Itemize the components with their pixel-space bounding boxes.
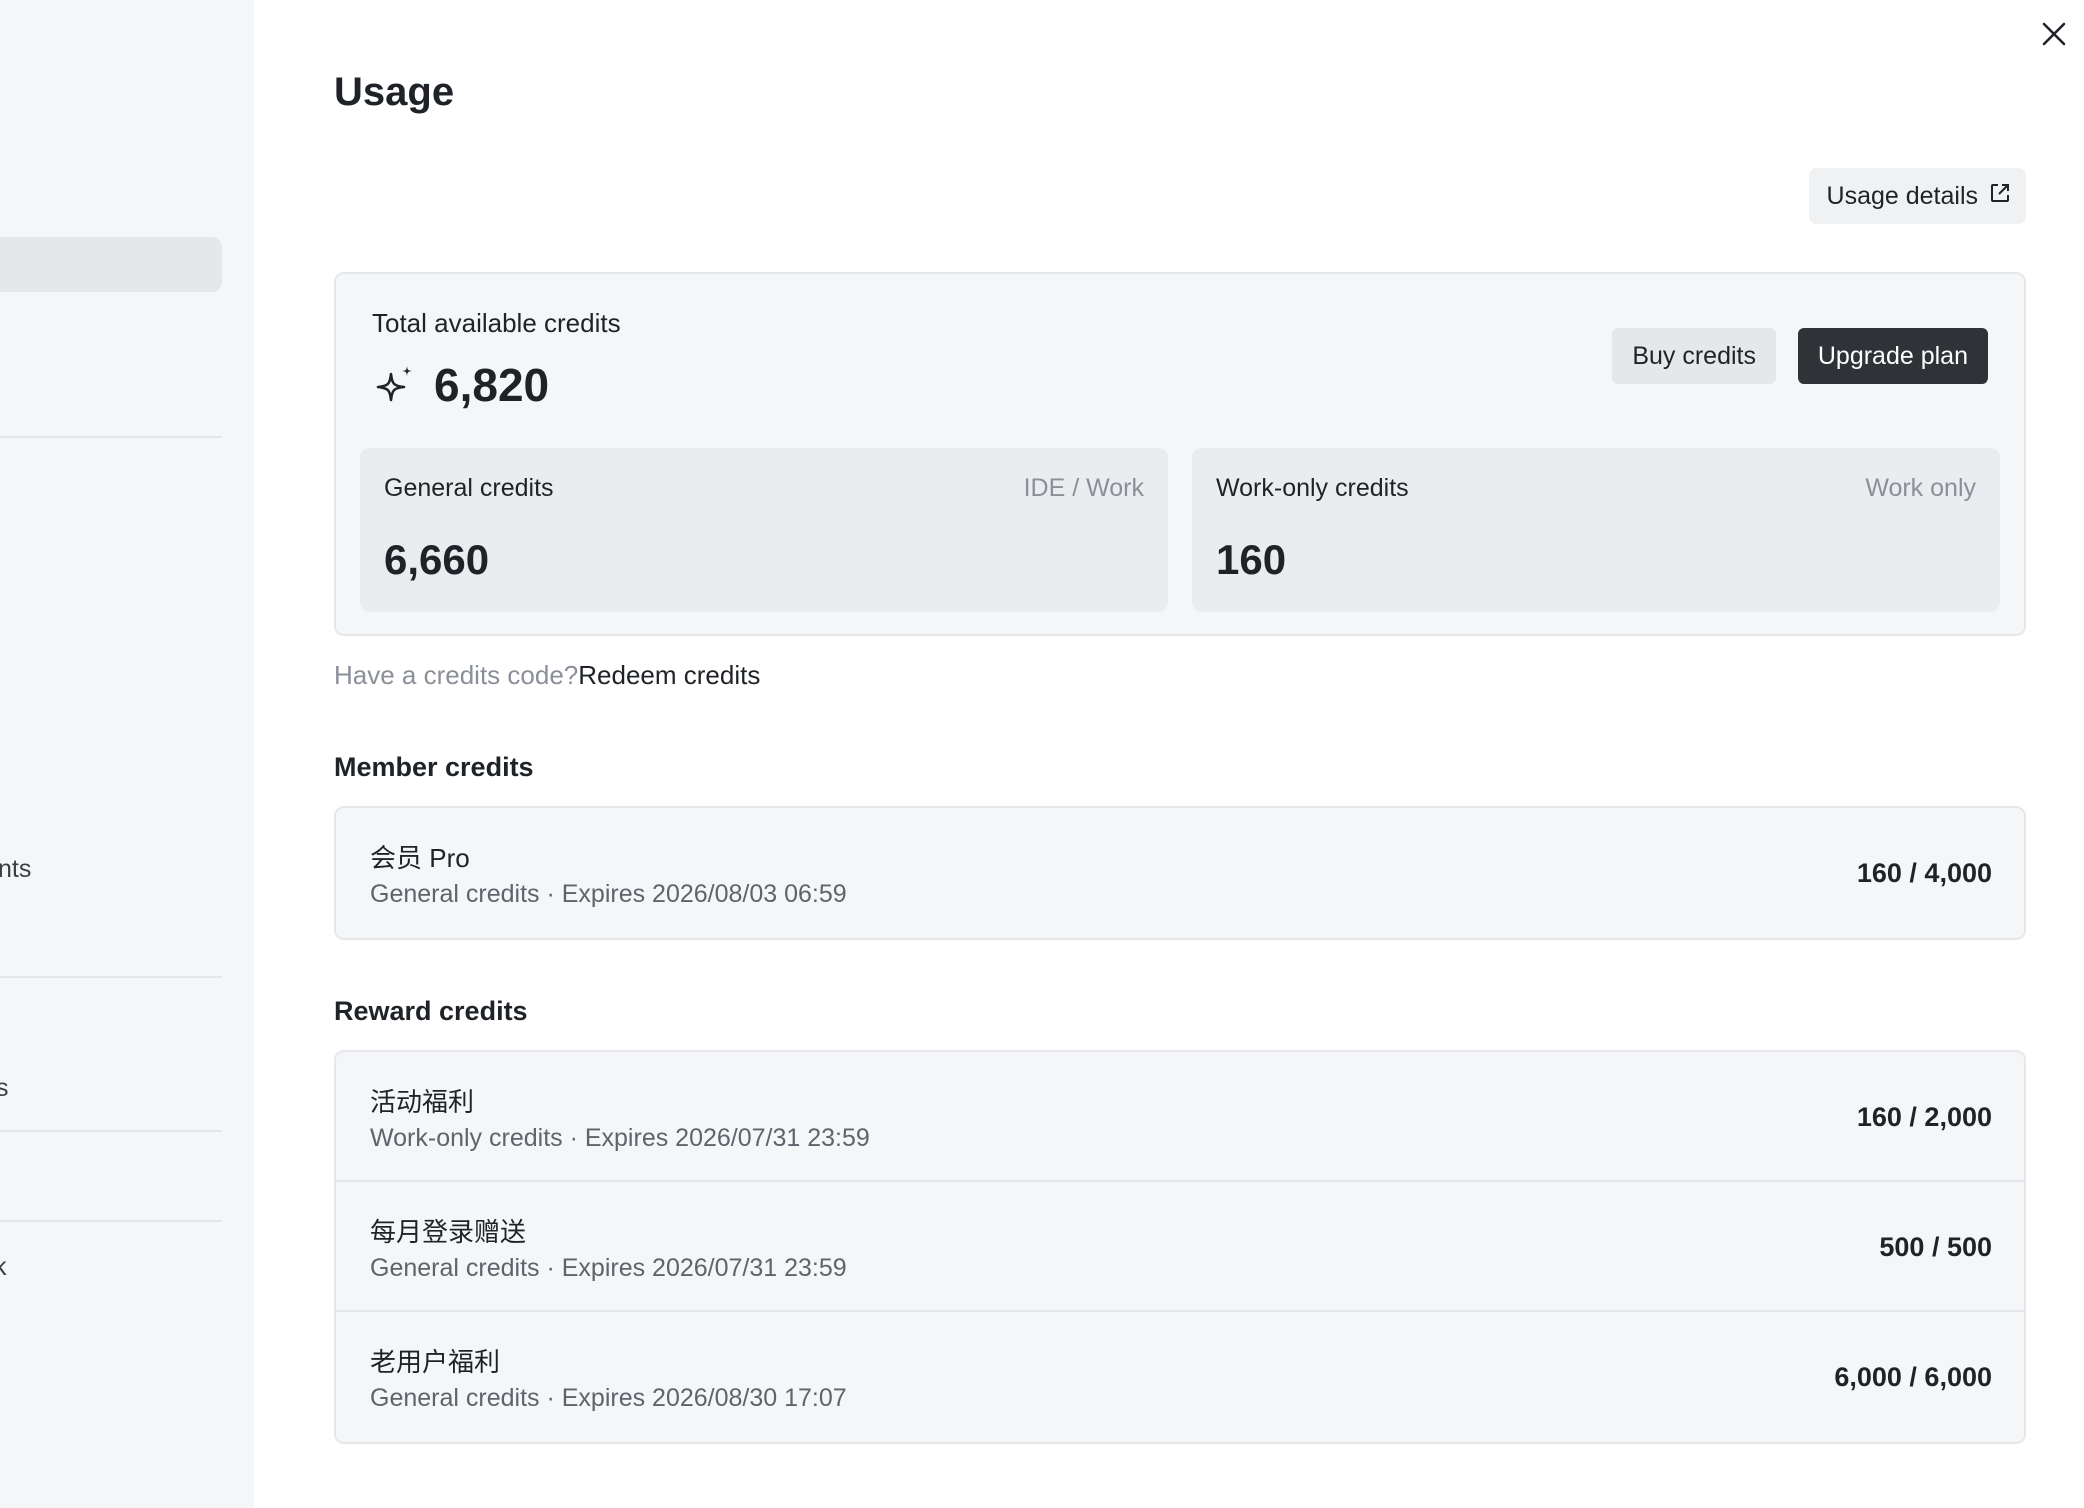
external-link-icon [1988,181,2012,212]
list-item: 每月登录赠送 General credits · Expires 2026/07… [336,1182,2024,1312]
sidebar-item-active[interactable] [0,237,222,292]
sidebar-item-label[interactable]: nts [0,855,31,884]
close-icon[interactable] [2034,14,2074,54]
total-credits-value: 6,820 [434,359,550,411]
general-credits-tag: IDE / Work [1023,474,1144,502]
credit-name: 老用户福利 [370,1347,501,1377]
list-item: 会员 Pro General credits · Expires 2026/08… [336,808,2024,938]
redeem-row: Have a credits code? Redeem credits [334,660,760,691]
redeem-prompt: Have a credits code? [334,660,579,690]
credit-details: General credits · Expires 2026/08/30 17:… [370,1384,847,1412]
sidebar-divider [0,976,222,978]
credit-amount: 500 / 500 [1879,1232,1992,1262]
credit-name: 会员 Pro [370,843,470,873]
sidebar-item-label[interactable]: k [0,1253,7,1282]
member-credits-title: Member credits [334,752,534,782]
credit-amount: 160 / 2,000 [1856,1102,1992,1132]
sidebar-divider [0,436,222,438]
page-title: Usage [334,70,455,114]
sidebar-divider [0,1220,222,1222]
usage-details-label: Usage details [1826,181,1978,210]
credit-name: 每月登录赠送 [370,1217,527,1247]
list-item: 老用户福利 General credits · Expires 2026/08/… [336,1312,2024,1442]
usage-panel: Usage Usage details Total available cred… [254,0,2084,1508]
credit-amount: 6,000 / 6,000 [1834,1362,1992,1392]
upgrade-plan-button[interactable]: Upgrade plan [1797,328,1988,384]
credit-details: General credits · Expires 2026/08/03 06:… [370,880,847,908]
total-credits-card: Total available credits 6,820 Buy credit… [334,272,2026,636]
general-credits-card: General credits IDE / Work 6,660 [360,448,1168,612]
sidebar: nts s k [0,0,254,1508]
member-credits-list: 会员 Pro General credits · Expires 2026/08… [334,806,2026,940]
list-item: 活动福利 Work-only credits · Expires 2026/07… [336,1052,2024,1182]
reward-credits-title: Reward credits [334,996,528,1026]
work-only-credits-label: Work-only credits [1216,474,1409,502]
credit-details: Work-only credits · Expires 2026/07/31 2… [370,1124,870,1152]
sidebar-divider [0,1130,222,1132]
buy-credits-button[interactable]: Buy credits [1612,328,1776,384]
total-credits-value-row: 6,820 [372,358,549,412]
work-only-credits-value: 160 [1216,536,1287,583]
credit-amount: 160 / 4,000 [1856,858,1992,888]
reward-credits-list: 活动福利 Work-only credits · Expires 2026/07… [334,1050,2026,1444]
sidebar-item-label[interactable]: s [0,1074,9,1103]
usage-details-button[interactable]: Usage details [1808,168,2026,224]
general-credits-label: General credits [384,474,554,502]
credit-name: 活动福利 [370,1087,475,1117]
work-only-credits-card: Work-only credits Work only 160 [1192,448,2000,612]
redeem-credits-link[interactable]: Redeem credits [578,660,760,691]
sparkle-icon [372,362,418,408]
work-only-credits-tag: Work only [1865,474,1976,502]
credit-details: General credits · Expires 2026/07/31 23:… [370,1254,847,1282]
total-credits-label: Total available credits [372,308,621,338]
general-credits-value: 6,660 [384,536,490,583]
